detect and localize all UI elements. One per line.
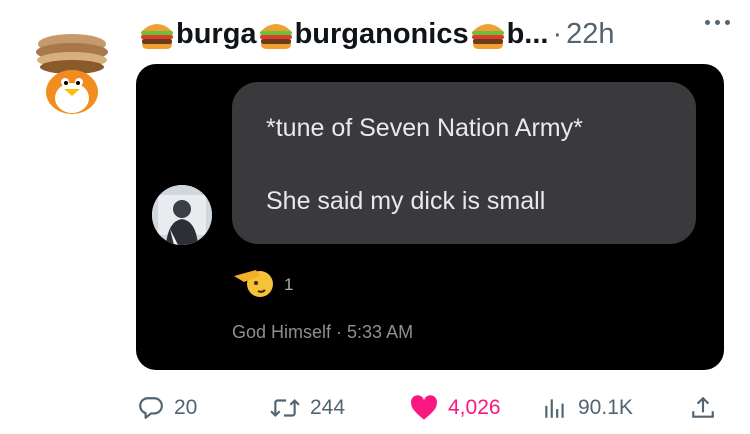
message-reaction: 1	[232, 266, 293, 300]
author-avatar[interactable]	[24, 22, 120, 118]
share-button[interactable]	[690, 388, 716, 428]
action-bar: 20 244 4,026 90.1K	[138, 388, 728, 428]
burger-emoji-icon	[259, 24, 292, 49]
reply-button[interactable]: 20	[138, 388, 197, 428]
reply-icon	[139, 397, 163, 419]
post-header: burga burganonics b... · 22h	[138, 14, 730, 54]
message-line-2: She said my dick is small	[266, 187, 546, 215]
message-bubble: *tune of Seven Nation Army* She said my …	[232, 82, 696, 244]
separator: ·	[552, 17, 563, 50]
like-count: 4,026	[448, 396, 501, 419]
burger-emoji-icon	[141, 24, 173, 49]
message-footer: God Himself · 5:33 AM	[232, 322, 414, 342]
views-icon	[545, 399, 564, 418]
salute-emoji-icon	[234, 270, 273, 297]
reply-count: 20	[174, 396, 198, 419]
like-button[interactable]: 4,026	[410, 388, 501, 428]
sender-avatar	[152, 185, 212, 245]
heart-icon	[411, 395, 437, 420]
reaction-count: 1	[284, 275, 294, 294]
repost-count: 244	[310, 396, 346, 419]
handle-truncated[interactable]: b...	[507, 18, 549, 51]
post-media[interactable]: *tune of Seven Nation Army* She said my …	[136, 64, 724, 370]
views-button[interactable]: 90.1K	[542, 388, 633, 428]
views-count: 90.1K	[578, 396, 633, 419]
post-time[interactable]: 22h	[566, 18, 614, 51]
handle-name[interactable]: burganonics	[295, 18, 469, 51]
repost-icon	[270, 398, 300, 418]
message-line-1: *tune of Seven Nation Army*	[266, 114, 583, 142]
burger-emoji-icon	[471, 24, 504, 49]
share-icon	[692, 396, 714, 418]
repost-button[interactable]: 244	[270, 388, 345, 428]
more-icon[interactable]	[705, 20, 730, 25]
display-name[interactable]: burga	[176, 18, 257, 51]
